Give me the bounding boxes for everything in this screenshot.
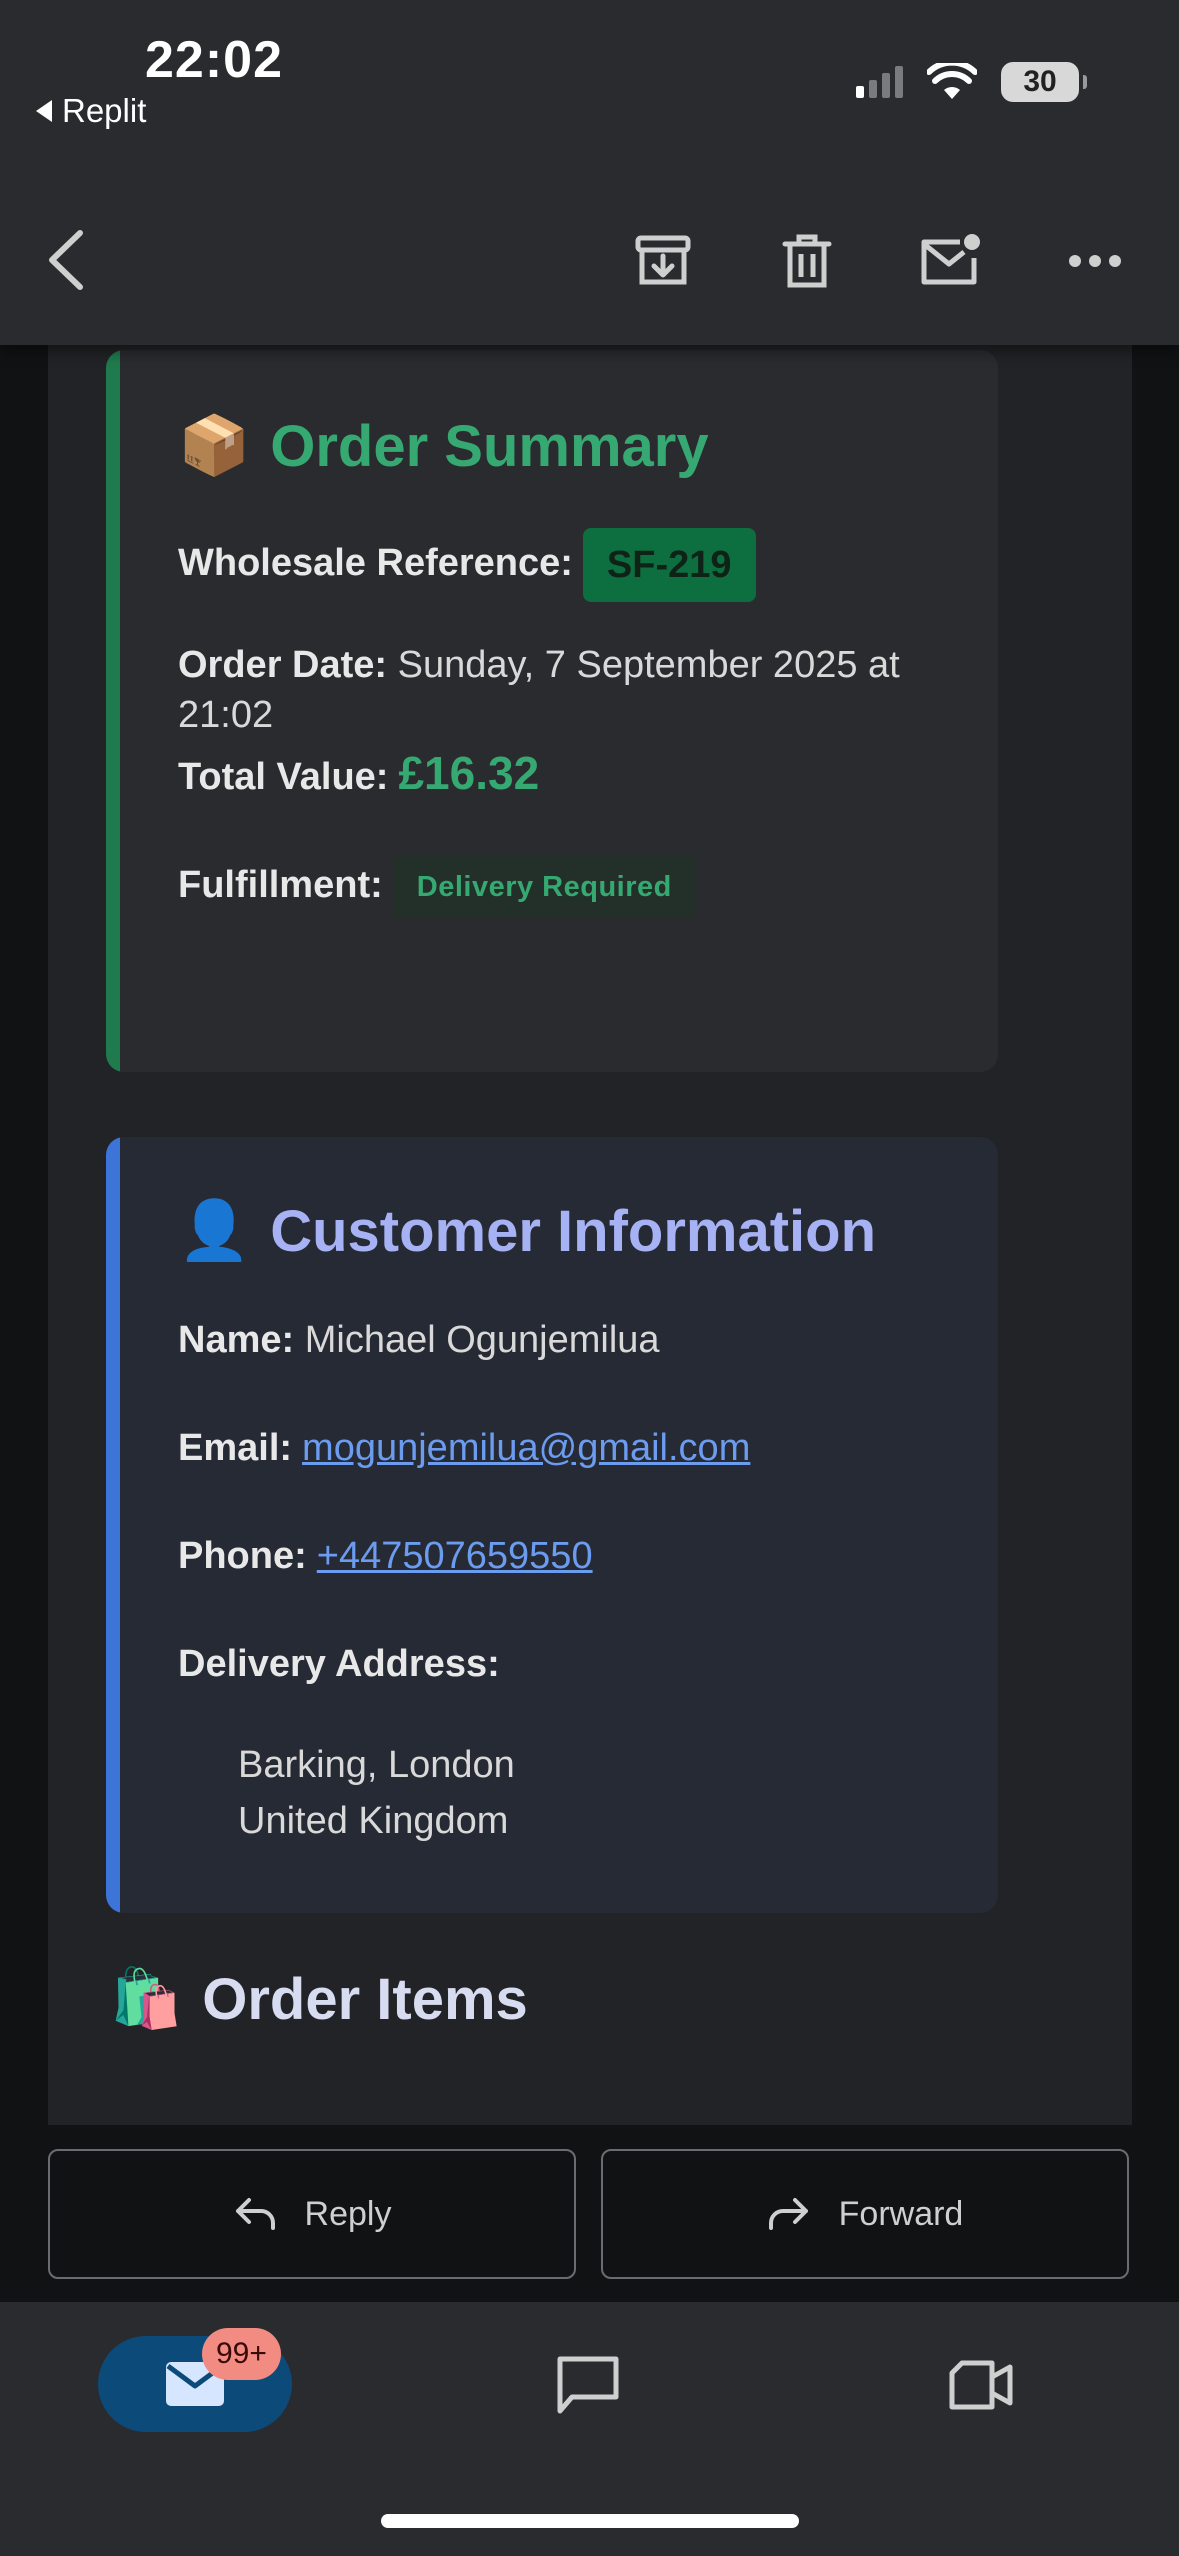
email-link[interactable]: mogunjemilua@gmail.com bbox=[302, 1427, 750, 1469]
address-label: Delivery Address: bbox=[178, 1643, 500, 1685]
home-indicator[interactable] bbox=[381, 2514, 799, 2528]
name-value: Michael Ogunjemilua bbox=[304, 1319, 660, 1361]
phone-link[interactable]: +447507659550 bbox=[317, 1535, 593, 1577]
date-value-line1: Sunday, 7 September 2025 at bbox=[397, 644, 900, 686]
top-bar: 22:02 Replit 30 bbox=[0, 0, 1179, 345]
reply-icon bbox=[235, 2198, 275, 2230]
reply-button[interactable]: Reply bbox=[48, 2149, 576, 2279]
email-label: Email: bbox=[178, 1427, 293, 1469]
total-price: £16.32 bbox=[398, 747, 540, 799]
fulfillment-label: Fulfillment: bbox=[178, 864, 383, 907]
status-time: 22:02 bbox=[145, 31, 283, 89]
order-items-heading: 🛍️ Order Items bbox=[110, 1965, 528, 2033]
ref-label: Wholesale Reference: bbox=[178, 542, 573, 585]
shopping-bags-icon: 🛍️ bbox=[110, 1966, 183, 2031]
back-triangle-icon bbox=[36, 100, 52, 122]
date-label: Order Date: bbox=[178, 644, 388, 686]
customer-info-card: 👤 Customer Information Name: Michael Ogu… bbox=[106, 1137, 998, 1913]
back-icon[interactable] bbox=[40, 225, 100, 295]
status-indicators: 30 bbox=[856, 62, 1087, 102]
back-app-label: Replit bbox=[62, 92, 147, 129]
ref-badge: SF-219 bbox=[582, 528, 756, 602]
nav-meet[interactable] bbox=[946, 2352, 1016, 2418]
order-date-row: Order Date: Sunday, 7 September 2025 at … bbox=[178, 640, 978, 740]
forward-button[interactable]: Forward bbox=[601, 2149, 1129, 2279]
order-summary-heading: 📦 Order Summary bbox=[178, 412, 709, 480]
card-accent-bar bbox=[106, 350, 120, 1072]
trash-icon[interactable] bbox=[772, 226, 842, 296]
mark-unread-icon[interactable] bbox=[915, 226, 985, 296]
forward-icon bbox=[768, 2198, 808, 2230]
wholesale-reference-row: Wholesale Reference: SF-219 bbox=[178, 528, 756, 602]
order-summary-card: 📦 Order Summary Wholesale Reference: SF-2… bbox=[106, 350, 998, 1072]
package-icon: 📦 bbox=[178, 413, 251, 478]
cellular-signal-icon bbox=[856, 66, 903, 98]
wifi-icon bbox=[927, 63, 977, 99]
customer-info-title: Customer Information bbox=[270, 1198, 877, 1264]
order-summary-title: Order Summary bbox=[270, 413, 709, 479]
chat-icon bbox=[557, 2356, 619, 2414]
name-label: Name: bbox=[178, 1319, 295, 1361]
phone-label: Phone: bbox=[178, 1535, 307, 1577]
reply-label: Reply bbox=[304, 2194, 392, 2233]
address-line1: Barking, London bbox=[238, 1744, 515, 1786]
delivery-address: Barking, London United Kingdom bbox=[238, 1737, 515, 1849]
address-line2: United Kingdom bbox=[238, 1800, 509, 1842]
fulfillment-badge: Delivery Required bbox=[392, 856, 696, 918]
date-value-line2: 21:02 bbox=[178, 694, 274, 736]
meet-icon bbox=[949, 2360, 1013, 2410]
nav-chat[interactable] bbox=[553, 2352, 623, 2418]
customer-info-heading: 👤 Customer Information bbox=[178, 1197, 876, 1265]
mail-unread-badge: 99+ bbox=[202, 2328, 281, 2380]
total-value-row: Total Value: £16.32 bbox=[178, 748, 539, 802]
more-icon[interactable] bbox=[1060, 226, 1130, 296]
archive-icon[interactable] bbox=[628, 226, 698, 296]
fulfillment-row: Fulfillment: Delivery Required bbox=[178, 856, 696, 918]
card-accent-bar bbox=[106, 1137, 120, 1913]
battery-icon: 30 bbox=[1001, 62, 1087, 102]
phone-row: Phone: +447507659550 bbox=[178, 1531, 593, 1581]
total-label: Total Value: bbox=[178, 756, 389, 798]
forward-label: Forward bbox=[838, 2194, 964, 2233]
back-to-app-link[interactable]: Replit bbox=[36, 92, 146, 130]
address-label-row: Delivery Address: bbox=[178, 1639, 500, 1689]
person-icon: 👤 bbox=[178, 1198, 251, 1263]
email-body[interactable]: 📦 Order Summary Wholesale Reference: SF-2… bbox=[48, 345, 1132, 2125]
order-items-title: Order Items bbox=[202, 1966, 528, 2032]
name-row: Name: Michael Ogunjemilua bbox=[178, 1315, 660, 1365]
email-row: Email: mogunjemilua@gmail.com bbox=[178, 1423, 750, 1473]
